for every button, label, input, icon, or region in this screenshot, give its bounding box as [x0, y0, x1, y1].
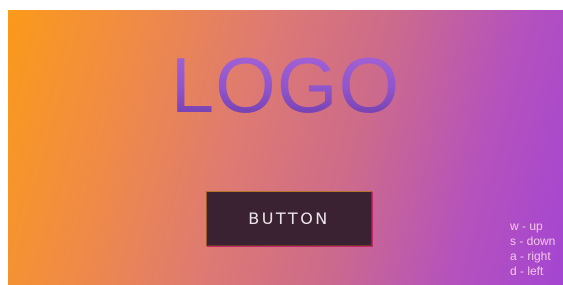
control-hint-up: w - up — [510, 219, 543, 233]
main-button[interactable]: BUTTON — [206, 191, 372, 246]
logo: LOGO — [8, 46, 563, 124]
control-hint-right: a - right — [510, 249, 551, 263]
control-hint-left: d - left — [510, 264, 544, 278]
game-stage: LOGO BUTTON w - up s - down a - right d … — [8, 10, 563, 285]
control-hint-down: s - down — [510, 234, 556, 248]
controls-legend: w - up s - down a - right d - left — [510, 219, 555, 279]
